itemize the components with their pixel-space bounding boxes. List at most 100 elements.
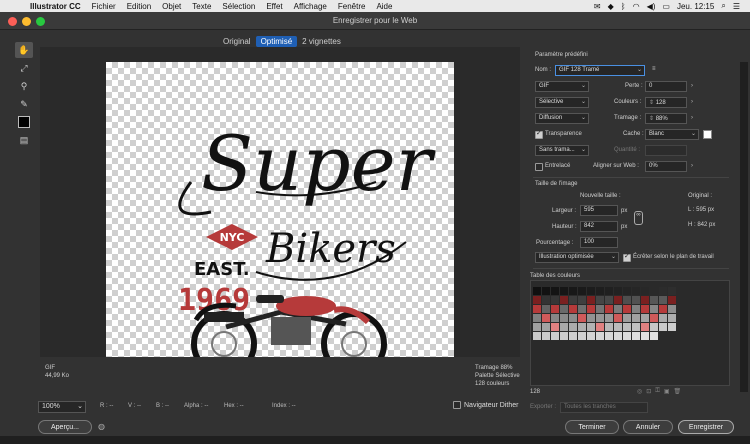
menu-fenetre[interactable]: Fenêtre: [338, 2, 366, 11]
color-swatch[interactable]: [569, 332, 577, 340]
color-swatch[interactable]: [533, 305, 541, 313]
color-swatch[interactable]: [614, 296, 622, 304]
menu-aide[interactable]: Aide: [376, 2, 392, 11]
resample-quality-select[interactable]: Illustration optimisée ⌄: [535, 252, 619, 263]
matte-color-swatch[interactable]: [703, 130, 712, 139]
percent-input[interactable]: 100: [580, 237, 618, 248]
lossy-input[interactable]: 0: [645, 81, 687, 92]
color-swatch[interactable]: [641, 314, 649, 322]
menu-selection[interactable]: Sélection: [222, 2, 255, 11]
color-swatch[interactable]: [560, 305, 568, 313]
color-swatch[interactable]: [533, 287, 541, 295]
color-swatch[interactable]: [623, 323, 631, 331]
color-swatch[interactable]: [569, 323, 577, 331]
clock[interactable]: Jeu. 12:15: [677, 2, 714, 11]
color-swatch[interactable]: [587, 287, 595, 295]
color-swatch[interactable]: [542, 296, 550, 304]
color-swatch[interactable]: [560, 314, 568, 322]
color-swatch[interactable]: [650, 296, 658, 304]
color-swatch[interactable]: [650, 305, 658, 313]
color-swatch[interactable]: [632, 323, 640, 331]
color-swatch[interactable]: [578, 332, 586, 340]
eyedropper-color-swatch[interactable]: [18, 116, 30, 128]
color-swatch[interactable]: [605, 305, 613, 313]
color-swatch[interactable]: [641, 296, 649, 304]
color-swatch[interactable]: [569, 305, 577, 313]
dropbox-icon[interactable]: ◆: [608, 2, 614, 11]
color-swatch[interactable]: [533, 296, 541, 304]
color-swatch[interactable]: [605, 323, 613, 331]
tab-2-vignettes[interactable]: 2 vignettes: [297, 36, 346, 47]
zoom-level-select[interactable]: 100% ⌄: [38, 401, 86, 413]
color-swatch[interactable]: [569, 314, 577, 322]
save-button[interactable]: Enregistrer: [678, 420, 734, 434]
color-swatch[interactable]: [605, 296, 613, 304]
color-swatch[interactable]: [623, 332, 631, 340]
color-swatch[interactable]: [623, 314, 631, 322]
color-swatch[interactable]: [542, 287, 550, 295]
color-swatch[interactable]: [659, 305, 667, 313]
tab-optimise[interactable]: Optimisé: [255, 36, 298, 47]
mail-icon[interactable]: ✉: [594, 2, 601, 11]
menu-effet[interactable]: Effet: [266, 2, 282, 11]
color-swatch[interactable]: [542, 314, 550, 322]
color-swatch[interactable]: [560, 332, 568, 340]
app-menu[interactable]: Illustrator CC: [30, 2, 81, 11]
color-swatch[interactable]: [668, 305, 676, 313]
color-swatch[interactable]: [614, 314, 622, 322]
color-swatch[interactable]: [596, 305, 604, 313]
preview-button[interactable]: Aperçu...: [38, 420, 92, 434]
color-swatch[interactable]: [551, 332, 559, 340]
preset-menu-icon[interactable]: ≡: [652, 66, 656, 72]
hand-tool-icon[interactable]: ✋: [15, 42, 33, 58]
color-swatch[interactable]: [542, 323, 550, 331]
preview-area[interactable]: Super NYC EAST. Bikers 1969: [40, 47, 520, 357]
color-swatch[interactable]: [632, 296, 640, 304]
width-input[interactable]: 595: [580, 205, 618, 216]
wifi-icon[interactable]: ◠: [633, 2, 640, 11]
color-swatch[interactable]: [578, 287, 586, 295]
menu-fichier[interactable]: Fichier: [92, 2, 116, 11]
web-snap-input[interactable]: 0%: [645, 161, 687, 172]
browser-globe-icon[interactable]: ◍: [98, 422, 105, 431]
zoom-tool-icon[interactable]: ⚲: [15, 78, 33, 94]
constrain-proportions-link-icon[interactable]: ∞: [634, 211, 643, 225]
slice-select-tool-icon[interactable]: ⤢: [15, 60, 33, 76]
color-swatch[interactable]: [587, 332, 595, 340]
stepper-updown-icon[interactable]: ⇕: [649, 116, 654, 122]
color-swatch[interactable]: [587, 314, 595, 322]
matte-select[interactable]: Blanc ⌄: [645, 129, 699, 140]
new-color-icon[interactable]: ▣: [664, 388, 670, 395]
delete-color-icon[interactable]: 🗑: [674, 388, 682, 395]
lock-color-icon[interactable]: ⚿: [655, 388, 660, 395]
color-swatch[interactable]: [650, 332, 658, 340]
scrollbar[interactable]: [740, 62, 748, 392]
menu-texte[interactable]: Texte: [192, 2, 211, 11]
file-format-select[interactable]: GIF ⌄: [535, 81, 589, 92]
color-swatch[interactable]: [623, 305, 631, 313]
color-swatch[interactable]: [623, 287, 631, 295]
color-swatch[interactable]: [614, 287, 622, 295]
color-reduction-select[interactable]: Sélective ⌄: [535, 97, 589, 108]
color-swatch[interactable]: [578, 323, 586, 331]
web-snap-arrow-icon[interactable]: ›: [691, 163, 693, 169]
color-swatch[interactable]: [668, 332, 676, 340]
map-transparency-icon[interactable]: ◎: [637, 388, 642, 395]
volume-icon[interactable]: ◀): [647, 2, 656, 11]
color-swatch[interactable]: [668, 287, 676, 295]
height-input[interactable]: 842: [580, 221, 618, 232]
color-table-grid[interactable]: [533, 287, 676, 340]
color-swatch[interactable]: [596, 287, 604, 295]
colors-arrow-icon[interactable]: ›: [691, 99, 693, 105]
menu-edition[interactable]: Edition: [127, 2, 151, 11]
transparency-dither-select[interactable]: Sans trama... ⌄: [535, 145, 589, 156]
color-swatch[interactable]: [659, 287, 667, 295]
menu-affichage[interactable]: Affichage: [294, 2, 327, 11]
navigator-dither-checkbox-box[interactable]: [453, 401, 461, 409]
color-swatch[interactable]: [659, 296, 667, 304]
lossy-slider-arrow-icon[interactable]: ›: [691, 83, 693, 89]
color-swatch[interactable]: [578, 305, 586, 313]
dither-algorithm-select[interactable]: Diffusion ⌄: [535, 113, 589, 124]
color-swatch[interactable]: [614, 323, 622, 331]
color-swatch[interactable]: [533, 332, 541, 340]
